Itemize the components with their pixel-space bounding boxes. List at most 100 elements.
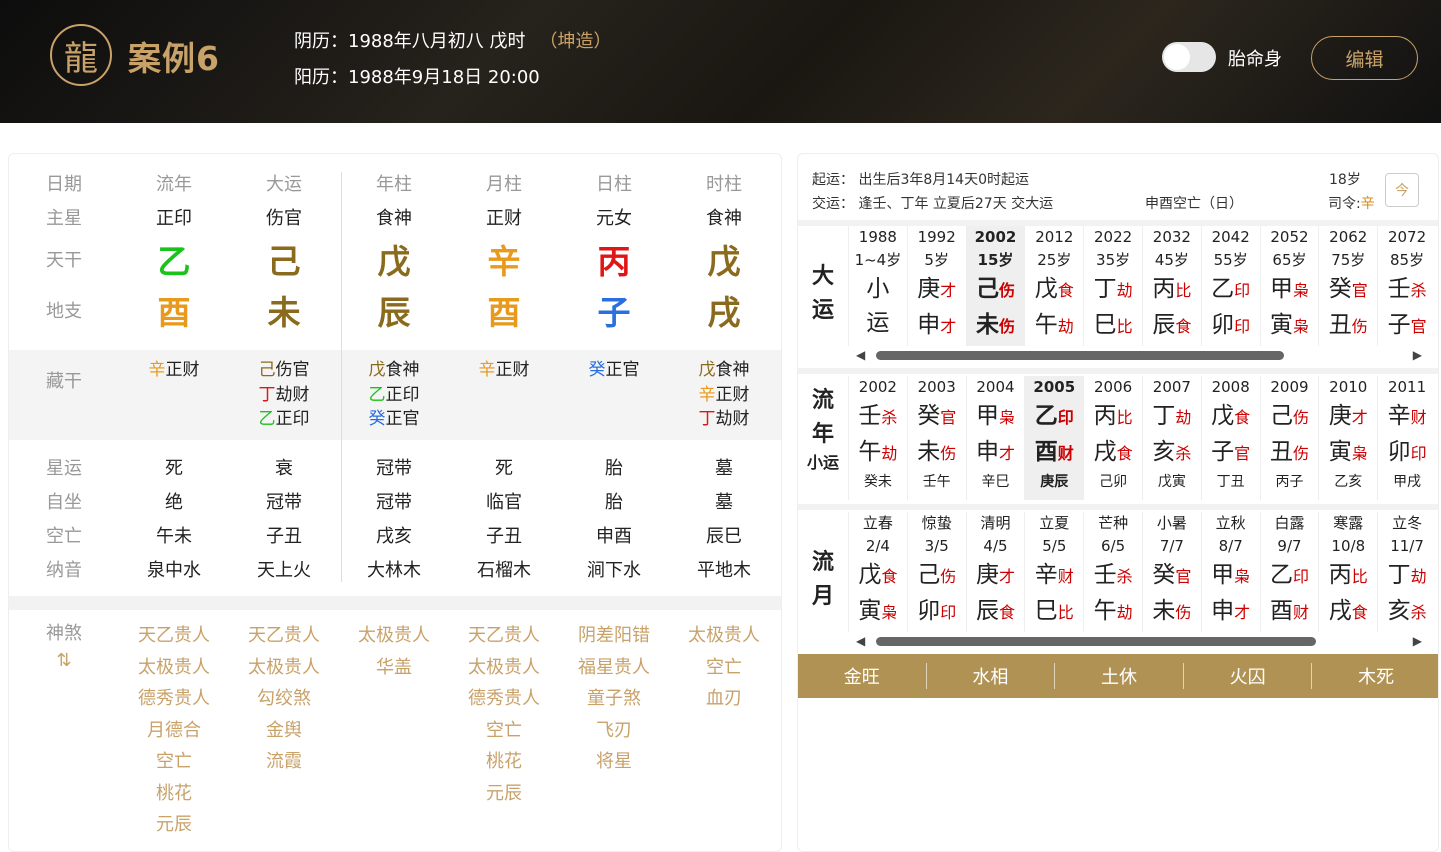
jieqi-name: 立夏 [1039, 514, 1070, 532]
shensha-item[interactable]: 华盖 [339, 652, 449, 684]
canggan-gan: 辛 [478, 360, 496, 380]
liunian-column[interactable]: 2005 乙印 酉财 庚辰 [1024, 376, 1084, 500]
shensha-item[interactable]: 月德合 [119, 715, 229, 747]
shensha-item[interactable]: 德秀贵人 [119, 683, 229, 715]
liunian-column[interactable]: 2011 辛财 卯印 甲戌 [1377, 376, 1436, 500]
wuxing-state: 土休 [1055, 663, 1184, 689]
ganzhi-char: 壬 [858, 403, 882, 429]
liuyue-column[interactable]: 立秋 8/7 甲枭 申才 [1200, 512, 1260, 632]
shensha-item[interactable]: 天乙贵人 [229, 620, 339, 652]
taimingshen-toggle[interactable] [1162, 42, 1216, 72]
liuyue-column[interactable]: 立春 2/4 戊食 寅枭 [848, 512, 907, 632]
shensha-item[interactable]: 童子煞 [559, 683, 669, 715]
dayun-column[interactable]: 2032 45岁 丙比 辰食 [1141, 226, 1201, 346]
shensha-item[interactable]: 阴差阳错 [559, 620, 669, 652]
dayun-column[interactable]: 2022 35岁 丁劫 巳比 [1083, 226, 1142, 346]
xingyun-cell: 死 [165, 458, 183, 479]
shensha-item[interactable]: 流霞 [229, 746, 339, 778]
title-char: 小运 [806, 453, 839, 472]
calendar-today-icon[interactable]: 今 [1385, 173, 1419, 207]
shensha-item[interactable]: 桃花 [449, 746, 559, 778]
ganzhi-line: 丁劫 [1378, 558, 1436, 594]
dayun-year: 2002 [974, 228, 1017, 246]
dayun-column[interactable]: 2012 25岁 戊食 午劫 [1024, 226, 1083, 346]
liunian-column[interactable]: 2002 壬杀 午劫 癸未 [848, 376, 907, 500]
liunian-year: 2008 [1211, 378, 1250, 396]
dayun-column[interactable]: 1988 1~4岁小运 [848, 226, 907, 346]
dayun-scrollbar[interactable]: ◀ ▶ [856, 348, 1422, 362]
edit-button[interactable]: 编辑 [1311, 36, 1418, 80]
liunian-column[interactable]: 2007 丁劫 亥杀 戊寅 [1141, 376, 1201, 500]
jieqi-date: 9/7 [1277, 537, 1302, 555]
scroll-left-icon[interactable]: ◀ [856, 634, 865, 648]
xingyun-cell: 胎 [605, 458, 623, 479]
shensha-item[interactable]: 将星 [559, 746, 669, 778]
shishen-tag: 印 [1234, 317, 1251, 336]
shensha-item[interactable]: 空亡 [449, 715, 559, 747]
ganzhi-char: 丙 [1328, 562, 1352, 588]
sort-icon[interactable]: ⇅ [9, 647, 119, 674]
ganzhi-char: 丁 [1093, 276, 1117, 302]
shensha-item[interactable]: 桃花 [119, 778, 229, 810]
canggan-row: 藏干 辛正财 己伤官 丁劫财 乙正印 戊食神 乙正印 癸正官 辛正财 癸正官 戊食神 辛正财 丁劫财 [9, 358, 781, 432]
scroll-thumb[interactable] [876, 637, 1316, 646]
shensha-item[interactable]: 太极贵人 [449, 652, 559, 684]
ganzhi-char: 乙 [1269, 562, 1293, 588]
shensha-item[interactable]: 血刃 [669, 683, 779, 715]
shensha-item[interactable]: 太极贵人 [119, 652, 229, 684]
shensha-item[interactable]: 元辰 [119, 809, 229, 841]
scroll-right-icon[interactable]: ▶ [1413, 348, 1422, 362]
liuyue-column[interactable]: 小暑 7/7 癸官 未伤 [1141, 512, 1201, 632]
wuxing-state: 木死 [1358, 667, 1395, 688]
shensha-item[interactable]: 空亡 [119, 746, 229, 778]
ganzhi-line: 癸官 [1143, 558, 1201, 594]
shishen-tag: 杀 [1116, 567, 1133, 586]
shensha-item[interactable]: 太极贵人 [339, 620, 449, 652]
shishen-tag: 枭 [1351, 444, 1368, 463]
canggan-gan: 己 [258, 360, 276, 380]
liuyue-column[interactable]: 芒种 6/5 壬杀 午劫 [1083, 512, 1142, 632]
liunian-column[interactable]: 2008 戊食 子官 丁丑 [1200, 376, 1260, 500]
shishen-tag: 才 [940, 281, 957, 300]
dayun-column[interactable]: 2052 65岁 甲枭 寅枭 [1259, 226, 1319, 346]
dayun-column[interactable]: 2062 75岁 癸官 丑伤 [1318, 226, 1377, 346]
liuyue-column[interactable]: 白露 9/7 乙印 酉财 [1259, 512, 1319, 632]
dayun-column[interactable]: 2002 15岁 己伤 未伤 [965, 226, 1025, 346]
liuyue-column[interactable]: 惊蛰 3/5 己伤 卯印 [906, 512, 966, 632]
dayun-column[interactable]: 2072 85岁 壬杀 子官 [1377, 226, 1436, 346]
liuyue-column[interactable]: 立夏 5/5 辛财 巳比 [1024, 512, 1083, 632]
liunian-column[interactable]: 2010 庚才 寅枭 乙亥 [1318, 376, 1377, 500]
shensha-item[interactable]: 天乙贵人 [119, 620, 229, 652]
shensha-item[interactable]: 太极贵人 [669, 620, 779, 652]
ganzhi-char: 己 [917, 562, 941, 588]
liunian-column[interactable]: 2009 己伤 丑伤 丙子 [1259, 376, 1319, 500]
liunian-column[interactable]: 2004 甲枭 申才 辛巳 [965, 376, 1025, 500]
row-label: 地支 [46, 301, 82, 322]
scroll-right-icon[interactable]: ▶ [1413, 634, 1422, 648]
dayun-column[interactable]: 1992 5岁 庚才 申才 [906, 226, 966, 346]
ganzhi-char: 未 [917, 439, 941, 465]
shensha-item[interactable]: 勾绞煞 [229, 683, 339, 715]
liunian-column[interactable]: 2006 丙比 戌食 己卯 [1083, 376, 1142, 500]
scroll-left-icon[interactable]: ◀ [856, 348, 865, 362]
shensha-item[interactable]: 金舆 [229, 715, 339, 747]
shensha-item[interactable]: 天乙贵人 [449, 620, 559, 652]
shishen-tag: 杀 [1410, 603, 1427, 622]
dayun-column[interactable]: 2042 55岁 乙印 卯印 [1200, 226, 1260, 346]
nayin-cell: 涧下水 [587, 560, 641, 581]
liuyue-column[interactable]: 清明 4/5 庚才 辰食 [965, 512, 1025, 632]
shensha-item[interactable]: 元辰 [449, 778, 559, 810]
scroll-thumb[interactable] [876, 351, 1284, 360]
shensha-item[interactable]: 空亡 [669, 652, 779, 684]
shishen-tag: 劫 [1116, 281, 1133, 300]
liuyue-column[interactable]: 立冬 11/7 丁劫 亥杀 [1377, 512, 1436, 632]
shensha-item[interactable]: 福星贵人 [559, 652, 669, 684]
ganzhi-char: 巳 [1093, 312, 1117, 338]
shensha-item[interactable]: 太极贵人 [229, 652, 339, 684]
shensha-item[interactable]: 飞刃 [559, 715, 669, 747]
liuyue-column[interactable]: 寒露 10/8 丙比 戌食 [1318, 512, 1377, 632]
liunian-column[interactable]: 2003 癸官 未伤 壬午 [906, 376, 966, 500]
ganzhi-line: 丙比 [1084, 399, 1142, 435]
liuyue-scrollbar[interactable]: ◀ ▶ [856, 634, 1422, 648]
shensha-item[interactable]: 德秀贵人 [449, 683, 559, 715]
